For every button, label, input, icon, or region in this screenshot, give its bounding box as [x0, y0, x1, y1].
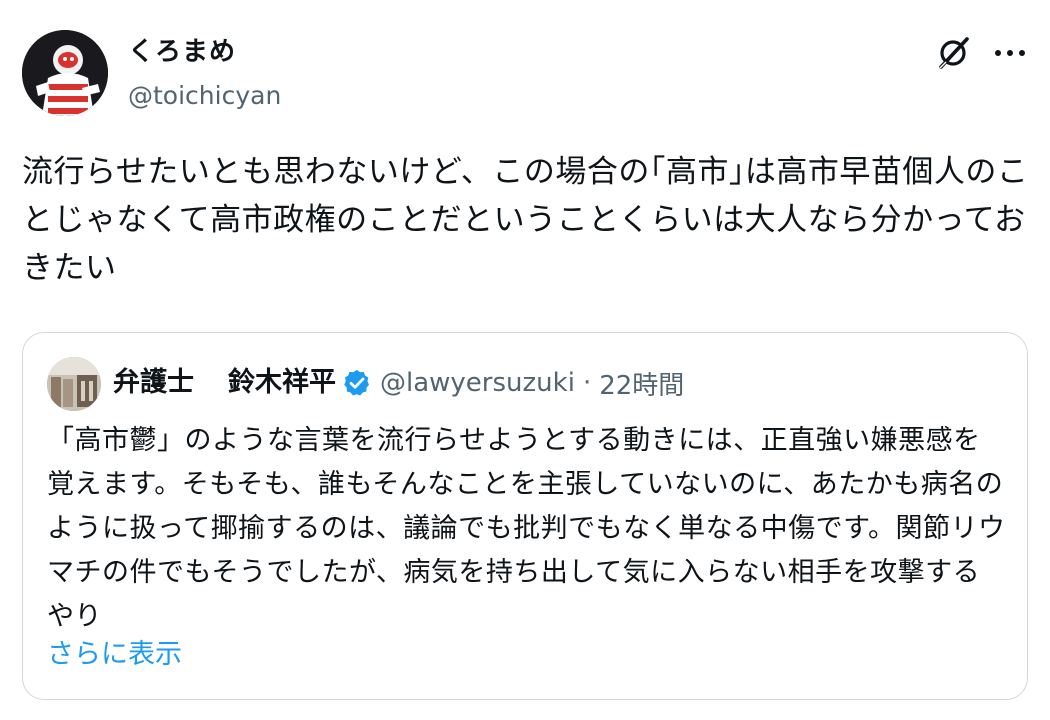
more-dots-icon[interactable]	[990, 36, 1030, 70]
verified-badge-icon	[344, 369, 369, 396]
quoted-timestamp[interactable]: 22時間	[599, 365, 684, 402]
quoted-header: 弁護士 鈴木祥平 @lawyersuzuki · 22時間	[113, 363, 684, 403]
quoted-tweet-text: 「高市鬱」のような言葉を流行らせようとする動きには、正直強い嫌悪感を覚えます。そ…	[47, 425, 1006, 632]
quoted-author-name-part2[interactable]: 鈴木祥平	[228, 364, 336, 402]
grok-icon[interactable]	[932, 32, 974, 74]
office-avatar-icon	[47, 357, 101, 411]
quoted-author-handle[interactable]: @lawyersuzuki	[380, 364, 575, 402]
tweet-text: 流行らせたいとも思わないけど、この場合の｢高市｣は高市早苗個人のことじゃなくて高…	[22, 154, 1029, 286]
astronaut-avatar-icon	[22, 30, 108, 116]
quoted-tweet-card[interactable]: 弁護士 鈴木祥平 @lawyersuzuki · 22時間 「高市鬱」のような言…	[22, 332, 1028, 700]
separator-dot: ·	[582, 368, 592, 398]
author-avatar[interactable]	[22, 30, 108, 116]
quoted-author-avatar[interactable]	[47, 357, 101, 411]
show-more-link[interactable]: さらに表示	[47, 635, 182, 675]
author-handle[interactable]: @toichicyan	[128, 80, 281, 112]
quoted-author-name-part1[interactable]: 弁護士	[113, 364, 194, 402]
author-display-name[interactable]: くろまめ	[128, 36, 236, 68]
